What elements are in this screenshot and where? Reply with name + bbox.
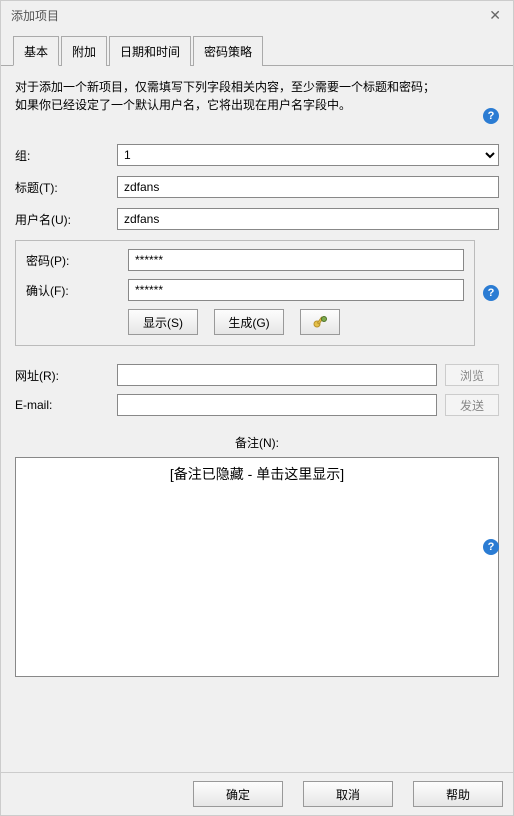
row-title: 标题(T): [15,176,499,198]
tab-basic[interactable]: 基本 [13,36,59,66]
intro-line1: 对于添加一个新项目，仅需填写下列字段相关内容，至少需要一个标题和密码； [15,78,475,96]
close-icon[interactable]: ✕ [485,7,505,24]
help-icon[interactable]: ? [483,539,499,555]
help-icon[interactable]: ? [483,108,499,124]
browse-button[interactable]: 浏览 [445,364,499,386]
tab-password-policy[interactable]: 密码策略 [193,36,263,66]
ok-button[interactable]: 确定 [193,781,283,807]
tab-attachments[interactable]: 附加 [61,36,107,66]
password-fieldset: 密码(P): 确认(F): 显示(S) 生成(G) [15,240,475,346]
help-icon[interactable]: ? [483,285,499,301]
key-gear-icon [312,314,328,330]
intro-line2: 如果你已经设定了一个默认用户名，它将出现在用户名字段中。 [15,96,475,114]
label-password: 密码(P): [26,252,128,269]
title-input[interactable] [117,176,499,198]
tab-datetime[interactable]: 日期和时间 [109,36,191,66]
label-group: 组: [15,147,117,164]
notes-textarea[interactable]: [备注已隐藏 - 单击这里显示] [15,457,499,677]
notes-hidden-text: [备注已隐藏 - 单击这里显示] [170,466,344,482]
show-password-button[interactable]: 显示(S) [128,309,198,335]
row-group: 组: 1 [15,144,499,166]
titlebar: 添加项目 ✕ [1,1,513,29]
send-button[interactable]: 发送 [445,394,499,416]
tab-panel-basic: 对于添加一个新项目，仅需填写下列字段相关内容，至少需要一个标题和密码； 如果你已… [1,66,513,772]
password-policy-icon-button[interactable] [300,309,340,335]
label-url: 网址(R): [15,367,117,384]
label-username: 用户名(U): [15,211,117,228]
email-input[interactable] [117,394,437,416]
label-notes: 备注(N): [15,434,499,451]
label-confirm: 确认(F): [26,282,128,299]
label-title: 标题(T): [15,179,117,196]
confirm-input[interactable] [128,279,464,301]
intro-text: 对于添加一个新项目，仅需填写下列字段相关内容，至少需要一个标题和密码； 如果你已… [15,78,499,114]
row-url: 网址(R): 浏览 [15,364,499,386]
row-confirm: 确认(F): [26,279,464,301]
url-input[interactable] [117,364,437,386]
password-input[interactable] [128,249,464,271]
help-button[interactable]: 帮助 [413,781,503,807]
form-block: 组: 1 标题(T): 用户名(U): [15,144,499,677]
tab-strip: 基本 附加 日期和时间 密码策略 [1,35,513,66]
row-password: 密码(P): [26,249,464,271]
row-email: E-mail: 发送 [15,394,499,416]
password-button-row: 显示(S) 生成(G) [128,309,464,335]
window-title: 添加项目 [9,7,59,24]
dialog-footer: 确定 取消 帮助 [1,772,513,815]
username-input[interactable] [117,208,499,230]
url-block: 网址(R): 浏览 E-mail: 发送 [15,364,499,416]
generate-password-button[interactable]: 生成(G) [214,309,284,335]
label-email: E-mail: [15,398,117,412]
group-select[interactable]: 1 [117,144,499,166]
cancel-button[interactable]: 取消 [303,781,393,807]
row-username: 用户名(U): [15,208,499,230]
add-entry-dialog: 添加项目 ✕ 基本 附加 日期和时间 密码策略 对于添加一个新项目，仅需填写下列… [0,0,514,816]
